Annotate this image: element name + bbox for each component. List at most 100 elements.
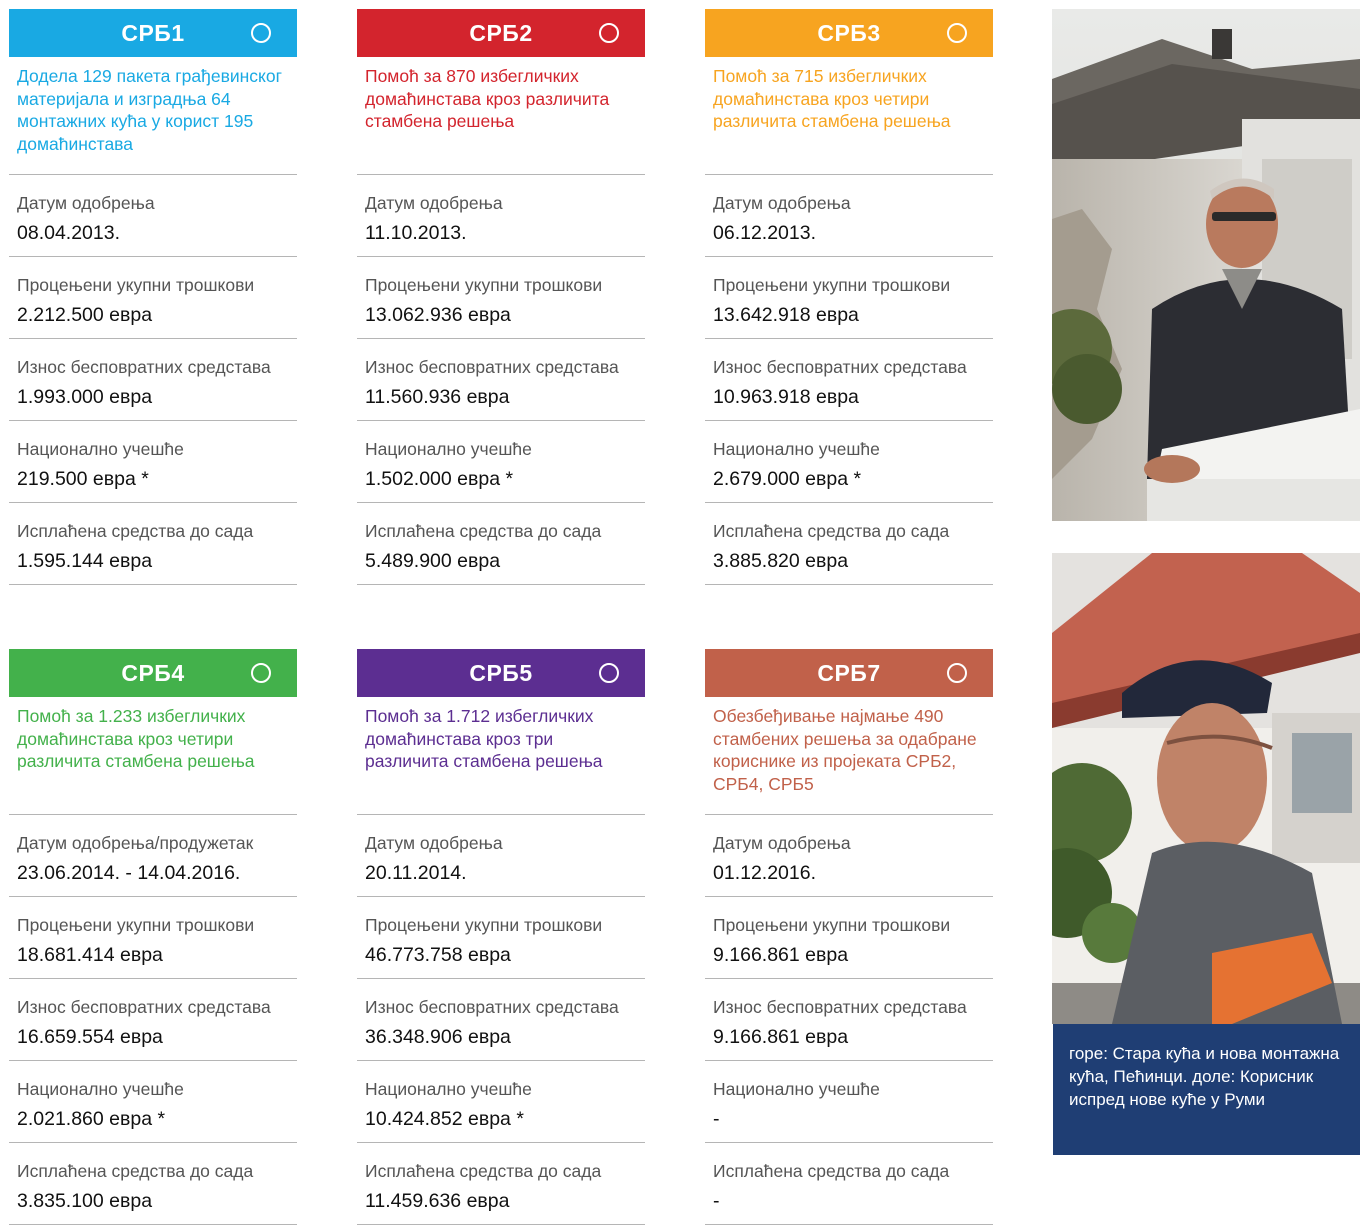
card-field: Датум одобрења 20.11.2014.: [357, 815, 645, 897]
field-label: Датум одобрења: [365, 193, 503, 213]
card-title: СРБ3: [817, 19, 881, 46]
field-label: Исплаћена средства до сада: [17, 521, 254, 541]
card-field: Износ бесповратних средстава 11.560.936 е…: [357, 339, 645, 421]
field-label: Национално учешће: [17, 439, 184, 459]
field-label: Датум одобрења: [17, 193, 155, 213]
card-title: СРБ4: [121, 659, 185, 686]
field-label: Национално учешће: [713, 1079, 880, 1099]
card-field: Национално учешће 10.424.852 евра *: [357, 1061, 645, 1143]
card-description: Помоћ за 870 избегличких домаћинстава кр…: [357, 57, 645, 175]
field-label: Процењени укупни трошкови: [365, 275, 603, 295]
card-field: Процењени укупни трошкови 18.681.414 евра: [9, 897, 297, 979]
card-description: Додела 129 пакета грађевинског материјал…: [9, 57, 297, 175]
card-field: Датум одобрења 11.10.2013.: [357, 175, 645, 257]
field-label: Датум одобрења: [365, 833, 503, 853]
field-value: 1.502.000 евра *: [365, 468, 514, 490]
field-label: Национално учешће: [365, 439, 532, 459]
card-field: Национално учешће 1.502.000 евра *: [357, 421, 645, 503]
circle-icon: [947, 23, 967, 43]
card-field: Национално учешће -: [705, 1061, 993, 1143]
field-value: 9.166.861 евра: [713, 944, 849, 966]
field-label: Исплаћена средства до сада: [365, 1161, 602, 1181]
field-label: Износ бесповратних средстава: [365, 997, 619, 1017]
project-card-srb3: СРБ3 Помоћ за 715 избегличких домаћинстав…: [705, 9, 993, 585]
card-field: Процењени укупни трошкови 2.212.500 евра: [9, 257, 297, 339]
field-label: Процењени укупни трошкови: [713, 275, 951, 295]
card-field: Исплаћена средства до сада 3.885.820 евра: [705, 503, 993, 585]
field-value: 16.659.554 евра: [17, 1026, 163, 1048]
card-header: СРБ4: [9, 649, 297, 697]
card-field: Датум одобрења 08.04.2013.: [9, 175, 297, 257]
card-field: Процењени укупни трошкови 13.062.936 евра: [357, 257, 645, 339]
card-header: СРБ2: [357, 9, 645, 57]
field-value: 5.489.900 евра: [365, 550, 501, 572]
card-field: Процењени укупни трошкови 9.166.861 евра: [705, 897, 993, 979]
card-field: Процењени укупни трошкови 13.642.918 евра: [705, 257, 993, 339]
card-description: Обезбеђивање најмање 490 стамбених решењ…: [705, 697, 993, 815]
photo-old-house-image: [1052, 9, 1360, 521]
field-label: Национално учешће: [713, 439, 880, 459]
field-value: 01.12.2016.: [713, 862, 817, 884]
field-value: 1.595.144 евра: [17, 550, 153, 572]
card-field: Износ бесповратних средстава 10.963.918 е…: [705, 339, 993, 421]
field-value: -: [713, 1190, 720, 1212]
card-title: СРБ2: [469, 19, 533, 46]
field-value: 11.10.2013.: [365, 222, 467, 244]
field-value: 219.500 евра *: [17, 468, 149, 490]
photo-old-house: [1052, 9, 1360, 521]
field-label: Датум одобрења: [713, 193, 851, 213]
card-header: СРБ3: [705, 9, 993, 57]
card-header: СРБ5: [357, 649, 645, 697]
field-label: Исплаћена средства до сада: [365, 521, 602, 541]
field-value: 2.212.500 евра: [17, 304, 153, 326]
project-card-srb1: СРБ1 Додела 129 пакета грађевинског матер…: [9, 9, 297, 585]
card-field: Национално учешће 2.021.860 евра *: [9, 1061, 297, 1143]
field-value: 2.679.000 евра *: [713, 468, 862, 490]
field-label: Датум одобрења/продужетак: [17, 833, 254, 853]
card-field: Исплаћена средства до сада 5.489.900 евра: [357, 503, 645, 585]
card-field: Национално учешће 219.500 евра *: [9, 421, 297, 503]
field-value: 06.12.2013.: [713, 222, 817, 244]
photo-beneficiary: [1052, 553, 1360, 1024]
project-card-srb5: СРБ5 Помоћ за 1.712 избегличких домаћинст…: [357, 649, 645, 1225]
project-card-srb2: СРБ2 Помоћ за 870 избегличких домаћинстав…: [357, 9, 645, 585]
field-value: 3.885.820 евра: [713, 550, 849, 572]
card-field: Исплаћена средства до сада 1.595.144 евра: [9, 503, 297, 585]
field-value: 13.642.918 евра: [713, 304, 859, 326]
card-title: СРБ7: [817, 659, 881, 686]
field-value: 23.06.2014. - 14.04.2016.: [17, 862, 241, 884]
field-label: Процењени укупни трошкови: [17, 915, 255, 935]
card-description: Помоћ за 1.233 избегличких домаћинстава …: [9, 697, 297, 815]
photo-beneficiary-image: [1052, 553, 1360, 1024]
photo-caption: горе: Стара кућа и нова монтажна кућа, П…: [1053, 1024, 1360, 1155]
card-field: Износ бесповратних средстава 1.993.000 ев…: [9, 339, 297, 421]
field-label: Процењени укупни трошкови: [17, 275, 255, 295]
field-label: Износ бесповратних средстава: [365, 357, 619, 377]
card-field: Национално учешће 2.679.000 евра *: [705, 421, 993, 503]
card-field: Датум одобрења/продужетак 23.06.2014. - 1…: [9, 815, 297, 897]
card-field: Исплаћена средства до сада -: [705, 1143, 993, 1225]
circle-icon: [251, 23, 271, 43]
field-value: 10.963.918 евра: [713, 386, 859, 408]
field-value: 9.166.861 евра: [713, 1026, 849, 1048]
card-field: Износ бесповратних средстава 9.166.861 ев…: [705, 979, 993, 1061]
field-label: Датум одобрења: [713, 833, 851, 853]
field-value: 08.04.2013.: [17, 222, 121, 244]
field-value: -: [713, 1108, 720, 1130]
field-label: Национално учешће: [365, 1079, 532, 1099]
field-label: Исплаћена средства до сада: [713, 1161, 950, 1181]
field-label: Износ бесповратних средстава: [713, 357, 967, 377]
field-value: 46.773.758 евра: [365, 944, 511, 966]
field-label: Процењени укупни трошкови: [713, 915, 951, 935]
card-header: СРБ1: [9, 9, 297, 57]
card-field: Датум одобрења 06.12.2013.: [705, 175, 993, 257]
field-value: 3.835.100 евра: [17, 1190, 153, 1212]
field-label: Износ бесповратних средстава: [713, 997, 967, 1017]
card-title: СРБ5: [469, 659, 533, 686]
project-card-srb4: СРБ4 Помоћ за 1.233 избегличких домаћинст…: [9, 649, 297, 1225]
field-label: Износ бесповратних средстава: [17, 357, 271, 377]
field-value: 11.560.936 евра: [365, 386, 510, 408]
field-label: Исплаћена средства до сада: [17, 1161, 254, 1181]
field-label: Износ бесповратних средстава: [17, 997, 271, 1017]
card-field: Исплаћена средства до сада 3.835.100 евра: [9, 1143, 297, 1225]
